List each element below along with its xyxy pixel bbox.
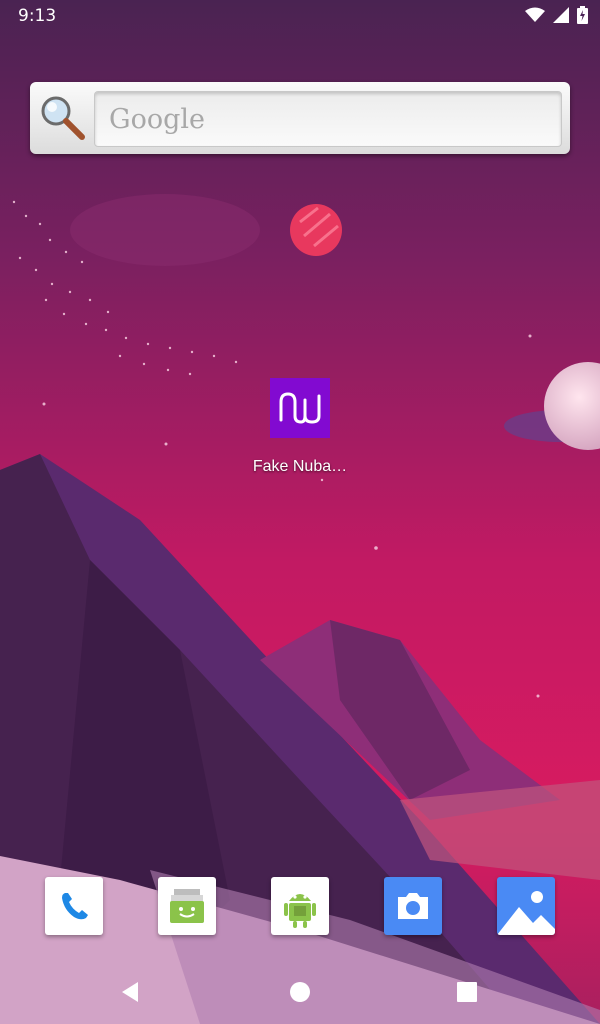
phone-icon: [62, 893, 88, 920]
android-robot-icon: [284, 894, 316, 928]
dock-phone-app[interactable]: [45, 877, 103, 935]
dock-android-app[interactable]: [271, 877, 329, 935]
gallery-icon: [497, 891, 555, 935]
fake-nubank-app-label[interactable]: Fake Nuba…: [230, 458, 370, 476]
navigation-bar: [0, 960, 600, 1024]
google-search-widget[interactable]: Google: [30, 82, 570, 154]
status-time: 9:13: [18, 6, 57, 26]
nubank-logo-icon: [279, 392, 321, 424]
status-bar: 9:13: [0, 0, 600, 32]
messaging-icon: [170, 889, 204, 923]
back-icon[interactable]: [118, 980, 142, 1004]
home-icon[interactable]: [288, 980, 312, 1004]
recents-icon[interactable]: [455, 980, 479, 1004]
dock-camera-app[interactable]: [384, 877, 442, 935]
fake-nubank-app-icon[interactable]: [270, 378, 330, 438]
battery-charging-icon: [577, 6, 588, 29]
search-input[interactable]: Google: [94, 91, 562, 147]
wifi-icon: [525, 7, 545, 28]
magnifier-icon[interactable]: [38, 93, 88, 143]
search-placeholder: Google: [109, 104, 205, 135]
cell-signal-icon: [553, 7, 569, 28]
dock-gallery-app[interactable]: [497, 877, 555, 935]
camera-icon: [398, 893, 428, 919]
dock-messaging-app[interactable]: [158, 877, 216, 935]
